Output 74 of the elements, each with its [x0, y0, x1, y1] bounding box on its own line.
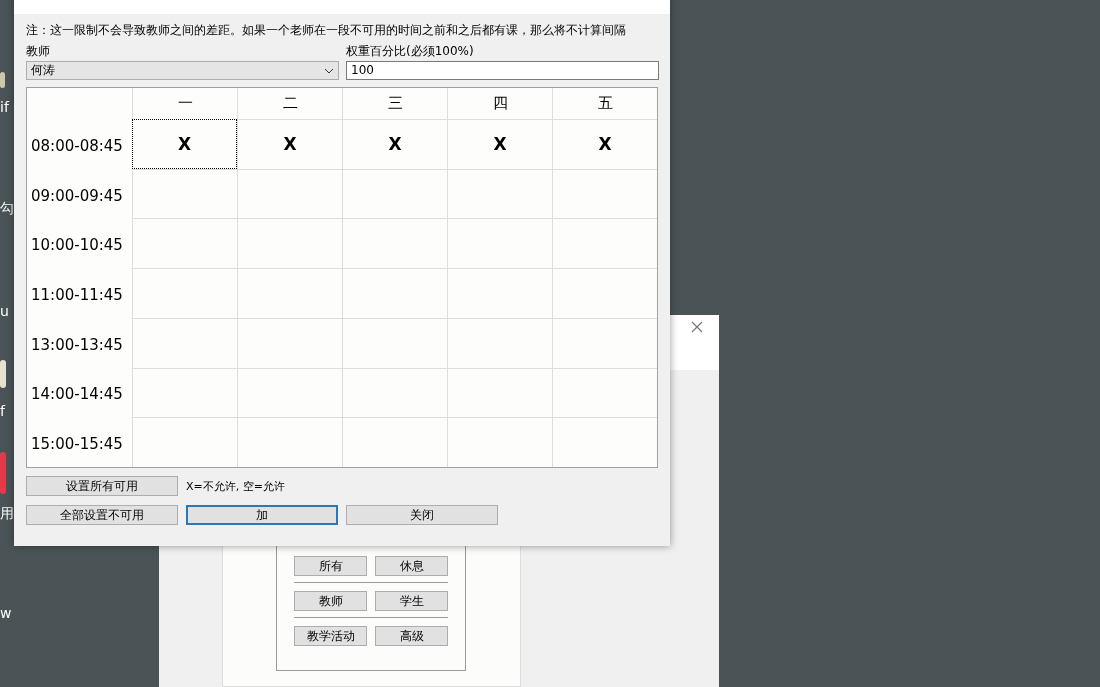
grid-cell[interactable]: [132, 317, 237, 368]
column-header: 四: [447, 88, 552, 119]
dialog-button[interactable]: 关闭: [346, 505, 498, 525]
grid-cell[interactable]: X: [132, 119, 237, 169]
filter-button[interactable]: 所有: [294, 556, 367, 576]
chevron-down-icon: [324, 67, 334, 74]
desktop-icon-label: if: [0, 99, 9, 115]
column-header: 二: [237, 88, 342, 119]
grid-cell[interactable]: [447, 417, 552, 467]
desktop-icon[interactable]: [0, 452, 6, 494]
grid-cell[interactable]: [132, 218, 237, 269]
close-icon[interactable]: [691, 321, 703, 333]
desktop-icon-label: 用: [0, 505, 14, 523]
set-all-available-button[interactable]: 设置所有可用: [26, 476, 178, 496]
time-label: 15:00-15:45: [30, 434, 124, 456]
time-label: 13:00-13:45: [30, 334, 124, 356]
time-label: 14:00-14:45: [30, 384, 124, 406]
grid-cell[interactable]: [342, 417, 447, 467]
column-header: 一: [132, 88, 237, 119]
desktop-icon-label: 勾: [0, 200, 14, 218]
grid-cell[interactable]: [447, 317, 552, 368]
legend-text: X=不允许, 空=允许: [186, 478, 286, 494]
filter-button[interactable]: 高级: [375, 626, 448, 646]
grid-cell[interactable]: X: [552, 119, 657, 169]
time-label: 11:00-11:45: [30, 285, 124, 306]
grid-cell[interactable]: [552, 168, 657, 219]
grid-cell[interactable]: X: [237, 119, 342, 169]
grid-cell[interactable]: [342, 218, 447, 269]
grid-cell[interactable]: [447, 367, 552, 418]
filter-button[interactable]: 教师: [294, 591, 367, 611]
desktop-icon[interactable]: [0, 72, 5, 88]
column-header: 三: [342, 88, 447, 119]
time-label: 10:00-10:45: [30, 235, 124, 257]
grid-cell[interactable]: [447, 168, 552, 219]
dialog-button[interactable]: 全部设置不可用: [26, 505, 178, 525]
filter-button[interactable]: 学生: [375, 591, 448, 611]
grid-cell[interactable]: [237, 218, 342, 269]
grid-cell[interactable]: [552, 317, 657, 368]
grid-cell[interactable]: X: [342, 119, 447, 169]
dialog-button[interactable]: 加: [186, 505, 338, 525]
grid-cell[interactable]: [132, 268, 237, 318]
grid-cell[interactable]: [447, 268, 552, 318]
grid-cell[interactable]: [132, 168, 237, 219]
grid-cell[interactable]: [552, 218, 657, 269]
grid-cell[interactable]: [552, 268, 657, 318]
grid-cell[interactable]: [552, 417, 657, 467]
filter-button[interactable]: 休息: [375, 556, 448, 576]
grid-cell[interactable]: [237, 417, 342, 467]
grid-cell[interactable]: [237, 317, 342, 368]
desktop-icon[interactable]: [0, 360, 6, 388]
grid-cell[interactable]: [132, 417, 237, 467]
desktop-icon-label: f: [0, 403, 5, 419]
time-label: 08:00-08:45: [30, 135, 124, 157]
teacher-label: 教师: [26, 44, 51, 58]
grid-cell[interactable]: X: [447, 119, 552, 169]
grid-cell[interactable]: [237, 268, 342, 318]
teacher-dropdown[interactable]: 何涛: [26, 61, 339, 80]
time-label: 09:00-09:45: [30, 185, 124, 207]
weight-field[interactable]: 100: [346, 61, 659, 80]
grid-cell[interactable]: [237, 168, 342, 219]
desktop-icon-label: u: [0, 303, 9, 319]
note-text: 注：这一限制不会导致教师之间的差距。如果一个老师在一段不可用的时间之前和之后都有课，那么将不计算间隔: [26, 22, 627, 38]
grid-cell[interactable]: [342, 168, 447, 219]
grid-cell[interactable]: [342, 317, 447, 368]
column-header: 五: [552, 88, 657, 119]
weight-label: 权重百分比(必须100%): [346, 44, 475, 58]
grid-cell[interactable]: [447, 218, 552, 269]
grid-cell[interactable]: [237, 367, 342, 418]
grid-cell[interactable]: [552, 367, 657, 418]
desktop-icon-label: w: [0, 605, 12, 621]
grid-cell[interactable]: [342, 268, 447, 318]
grid-cell[interactable]: [132, 367, 237, 418]
grid-cell[interactable]: [342, 367, 447, 418]
filter-button[interactable]: 教学活动: [294, 626, 367, 646]
